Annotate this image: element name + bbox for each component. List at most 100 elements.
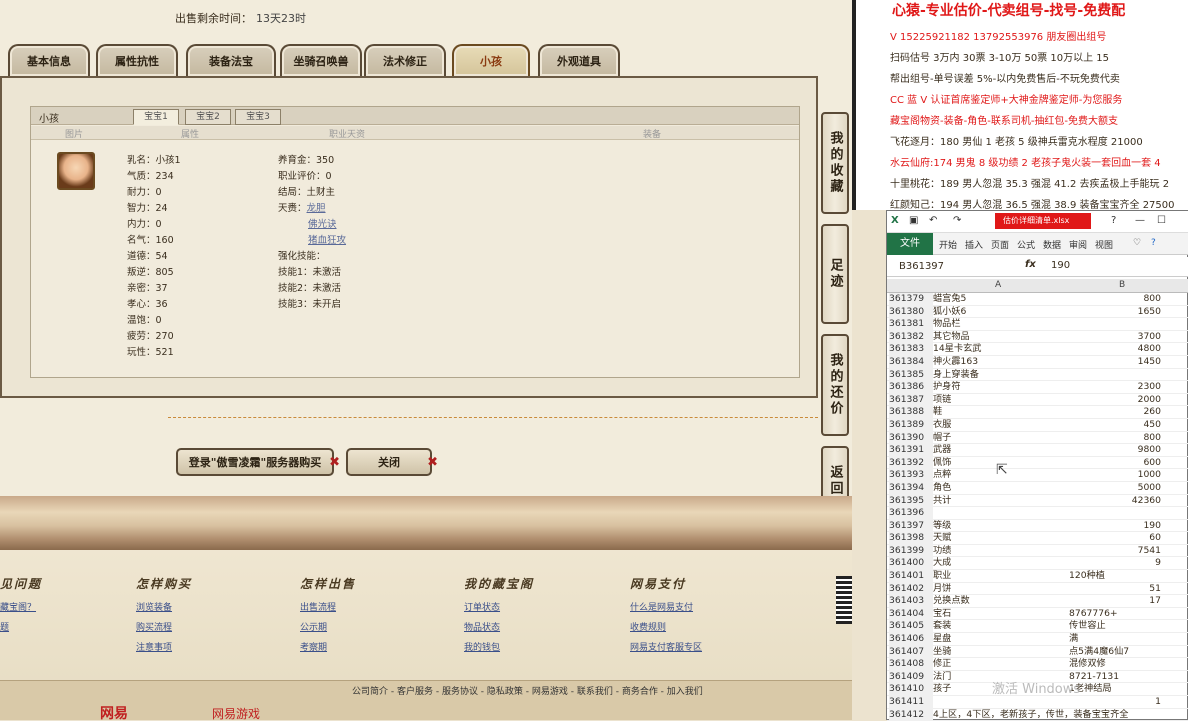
cell-a[interactable]: 鞋 (933, 406, 1067, 419)
table-row[interactable]: 361390 帽子 800 (887, 431, 1188, 445)
cell-a[interactable]: 4上区，4下区，老新孩子，传世，装备宝宝齐全 (933, 709, 1183, 721)
row-number[interactable]: 361393 (889, 469, 933, 482)
cell-b[interactable]: 600 (1067, 457, 1161, 470)
row-number[interactable]: 361383 (889, 343, 933, 356)
cell-b[interactable]: 190 (1067, 520, 1161, 533)
undo-icon[interactable]: ↶ (929, 215, 937, 226)
table-row[interactable]: 361396 (887, 507, 1188, 520)
cell-a[interactable]: 修正 (933, 658, 1067, 671)
my-bargain-button[interactable]: 我的还价 (821, 334, 849, 436)
cell-b[interactable]: 1450 (1067, 356, 1161, 369)
table-row[interactable]: 361400 大成 9 (887, 557, 1188, 571)
table-row[interactable]: 361389 衣服 450 (887, 418, 1188, 432)
save-icon[interactable]: ▣ (909, 215, 918, 226)
table-row[interactable]: 361394 角色 5000 (887, 481, 1188, 495)
cell-a[interactable]: 角色 (933, 482, 1067, 495)
table-row[interactable]: 361384 神火霹163 1450 (887, 355, 1188, 369)
ribbon-tab-insert[interactable]: 插入 (965, 238, 983, 251)
table-row[interactable]: 361401 职业 120种植 (887, 570, 1188, 583)
footer-link[interactable]: 订单状态 (464, 598, 534, 618)
ribbon-tab-data[interactable]: 数据 (1043, 238, 1061, 251)
table-row[interactable]: 361405 套装 传世容止 (887, 620, 1188, 634)
footer-link[interactable]: 考察期 (300, 638, 356, 658)
row-number[interactable]: 361392 (889, 456, 933, 470)
cell-a[interactable]: 蜡宫兔5 (933, 293, 1067, 306)
cell-b[interactable]: 8721-7131 (1069, 671, 1179, 684)
table-row[interactable]: 361411 1 (887, 696, 1188, 709)
row-number[interactable]: 361389 (889, 418, 933, 432)
footer-link[interactable]: 购买流程 (136, 618, 192, 638)
my-favorites-button[interactable]: 我的收藏 (821, 112, 849, 214)
col-header-b[interactable]: B (1119, 280, 1125, 290)
cell-a[interactable]: 天赋 (933, 532, 1067, 545)
table-row[interactable]: 361412 4上区，4下区，老新孩子，传世，装备宝宝齐全 (887, 708, 1188, 721)
ribbon-tab-review[interactable]: 审阅 (1069, 238, 1087, 251)
row-number[interactable]: 361388 (889, 406, 933, 419)
cell-a[interactable]: 其它物品 (933, 331, 1067, 344)
row-number[interactable]: 361387 (889, 393, 933, 407)
table-row[interactable]: 361393 点粹 1000 (887, 469, 1188, 482)
ribbon-tab-formulas[interactable]: 公式 (1017, 238, 1035, 251)
row-number[interactable]: 361395 (889, 494, 933, 508)
row-number[interactable]: 361398 (889, 532, 933, 545)
row-number[interactable]: 361396 (889, 507, 933, 520)
row-number[interactable]: 361403 (889, 595, 933, 608)
cell-b[interactable]: 9800 (1067, 444, 1161, 457)
cell-a[interactable]: 月饼 (933, 583, 1067, 596)
col-header-a[interactable]: A (995, 280, 1001, 290)
cell-a[interactable]: 武器 (933, 444, 1067, 457)
fx-icon[interactable]: fx (1025, 259, 1036, 270)
cell-a[interactable]: 功绩 (933, 545, 1067, 558)
subtab-baby-1[interactable]: 宝宝1 (133, 109, 179, 125)
table-row[interactable]: 361387 项链 2000 (887, 393, 1188, 407)
cell-b[interactable]: 17 (1067, 595, 1161, 608)
talent-link-2[interactable]: 佛光诀 (308, 219, 337, 230)
table-row[interactable]: 361382 其它物品 3700 (887, 330, 1188, 344)
cell-b[interactable]: 满 (1069, 633, 1179, 646)
footprint-button[interactable]: 足迹 (821, 224, 849, 324)
ribbon-tab-file[interactable]: 文件 (887, 233, 933, 255)
row-number[interactable]: 361384 (889, 355, 933, 369)
row-number[interactable]: 361412 (889, 708, 933, 721)
row-number[interactable]: 361381 (889, 318, 933, 331)
row-number[interactable]: 361400 (889, 557, 933, 571)
table-row[interactable]: 361397 等级 190 (887, 519, 1188, 533)
cell-a[interactable]: 星盘 (933, 633, 1067, 646)
table-row[interactable]: 361407 坐骑 点5满4魔6仙7 (887, 645, 1188, 659)
cell-a[interactable]: 等级 (933, 520, 1067, 533)
minimize-icon[interactable]: — (1135, 215, 1145, 226)
ribbon-tab-home[interactable]: 开始 (939, 238, 957, 251)
row-number[interactable]: 361409 (889, 670, 933, 684)
cell-b[interactable]: 1 (1067, 696, 1161, 709)
table-row[interactable]: 361383 14星卡玄武 4800 (887, 343, 1188, 356)
cell-b[interactable]: 120种植 (1069, 570, 1179, 583)
cell-b[interactable]: 1650 (1067, 306, 1161, 319)
cell-b[interactable]: 4800 (1067, 343, 1161, 356)
tab-spells[interactable]: 法术修正 (364, 44, 446, 76)
row-number[interactable]: 361408 (889, 658, 933, 671)
cell-b[interactable]: 5000 (1067, 482, 1161, 495)
talent-link-3[interactable]: 猪血狂攻 (308, 235, 346, 246)
cell-a[interactable]: 项链 (933, 394, 1067, 407)
table-row[interactable]: 361395 共计 42360 (887, 494, 1188, 508)
close-button[interactable]: 关闭 ✖ (346, 448, 438, 476)
cell-b[interactable]: 9 (1067, 557, 1161, 570)
cell-a[interactable]: 帽子 (933, 432, 1067, 445)
tab-kids[interactable]: 小孩 (452, 44, 530, 76)
table-row[interactable]: 361398 天赋 60 (887, 532, 1188, 545)
cell-a[interactable]: 护身符 (933, 381, 1067, 394)
cell-b[interactable]: 传世容止 (1069, 620, 1179, 633)
row-number[interactable]: 361405 (889, 620, 933, 634)
table-row[interactable]: 361385 身上穿装备 (887, 368, 1188, 382)
cell-a[interactable]: 坐骑 (933, 646, 1067, 659)
cell-b[interactable]: 800 (1067, 432, 1161, 445)
row-number[interactable]: 361410 (889, 683, 933, 696)
table-row[interactable]: 361403 兑换点数 17 (887, 595, 1188, 608)
cell-a[interactable]: 兑换点数 (933, 595, 1067, 608)
row-number[interactable]: 361406 (889, 633, 933, 646)
row-number[interactable]: 361401 (889, 570, 933, 583)
cell-a[interactable]: 套装 (933, 620, 1067, 633)
cell-a[interactable]: 14星卡玄武 (933, 343, 1067, 356)
cell-a[interactable]: 职业 (933, 570, 1067, 583)
table-row[interactable]: 361408 修正 混修双修 (887, 658, 1188, 671)
